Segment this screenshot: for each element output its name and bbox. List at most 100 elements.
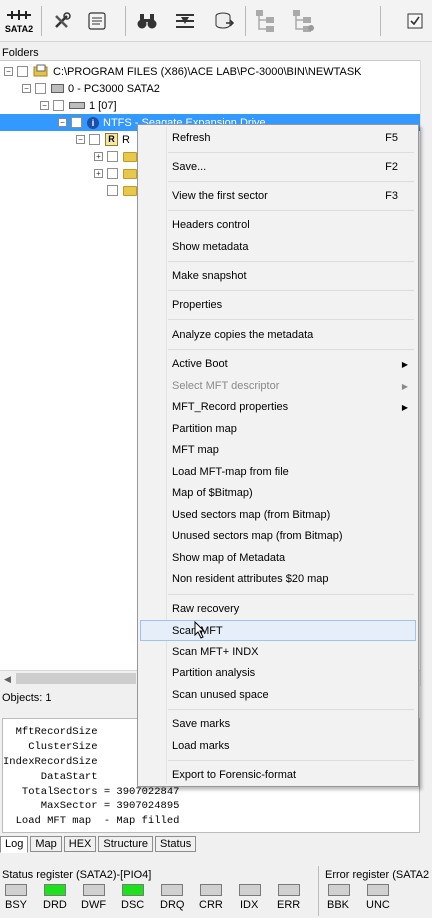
menu-item-show-metadata[interactable]: Show metadata — [140, 237, 416, 258]
tree-icon-2 — [293, 10, 314, 32]
sata2-label: SATA2 — [4, 24, 34, 34]
menu-item-load-marks[interactable]: Load marks — [140, 736, 416, 757]
expand-icon[interactable]: + — [94, 169, 103, 178]
mouse-cursor-icon — [194, 621, 206, 639]
tools-button[interactable] — [50, 4, 74, 38]
menu-item-load-mft-map[interactable]: Load MFT-map from file — [140, 462, 416, 483]
led-label: IDX — [240, 899, 259, 911]
collapse-icon[interactable]: − — [76, 135, 85, 144]
node-checkbox[interactable] — [89, 134, 100, 145]
filter-button[interactable] — [172, 4, 198, 38]
menu-item-view-first-sector[interactable]: View the first sector F3 — [140, 186, 416, 207]
node-checkbox[interactable] — [107, 151, 118, 162]
menu-item-active-boot[interactable]: Active Boot ▶ — [140, 354, 416, 375]
menu-item-save-marks[interactable]: Save marks — [140, 714, 416, 735]
search-button[interactable] — [134, 4, 160, 38]
tree-node-label: R — [122, 133, 130, 146]
node-checkbox[interactable] — [35, 83, 46, 94]
partition-icon — [69, 102, 85, 109]
filter-icon — [176, 14, 194, 28]
collapse-icon[interactable]: − — [58, 118, 67, 127]
expand-icon[interactable]: + — [94, 152, 103, 161]
toolbar-separator — [125, 6, 126, 36]
folder-icon — [123, 151, 137, 162]
menu-separator — [168, 594, 414, 595]
node-checkbox[interactable] — [107, 185, 118, 196]
scroll-thumb[interactable] — [16, 673, 136, 684]
led-bsy — [5, 884, 27, 896]
node-checkbox[interactable] — [107, 168, 118, 179]
menu-item-save[interactable]: Save... F2 — [140, 157, 416, 178]
sata2-icon — [7, 10, 31, 20]
menu-separator — [168, 210, 414, 211]
tab-map[interactable]: Map — [30, 836, 62, 852]
menu-item-partition-analysis[interactable]: Partition analysis — [140, 663, 416, 684]
led-label: BBK — [327, 899, 350, 911]
tab-status[interactable]: Status — [155, 836, 197, 852]
node-checkbox[interactable] — [71, 117, 82, 128]
menu-item-export-forensic[interactable]: Export to Forensic-format — [140, 765, 416, 786]
menu-item-scan-mft-indx[interactable]: Scan MFT+ INDX — [140, 642, 416, 663]
bottom-tabs: Log Map HEX Structure Status — [0, 836, 198, 853]
led-label: ERR — [277, 899, 301, 911]
collapse-icon[interactable]: − — [4, 67, 13, 76]
tab-structure[interactable]: Structure — [98, 836, 154, 852]
tree-node-pc3000[interactable]: − 0 - PC3000 SATA2 — [22, 80, 160, 97]
tree-button-1[interactable] — [252, 4, 278, 38]
menu-item-scan-mft[interactable]: Scan MFT — [140, 620, 416, 641]
node-checkbox[interactable] — [53, 100, 64, 111]
menu-item-analyze-copies[interactable]: Analyze copies the metadata — [140, 325, 416, 346]
tree-node-root[interactable]: − R R — [76, 131, 130, 148]
menu-item-mft-map[interactable]: MFT map — [140, 440, 416, 461]
led-label: CRR — [199, 899, 223, 911]
menu-item-non-resident-attributes[interactable]: Non resident attributes $20 map — [140, 569, 416, 590]
disk-export-button[interactable] — [211, 4, 237, 38]
menu-item-map-of-bitmap[interactable]: Map of $Bitmap) — [140, 483, 416, 504]
led-label: DSC — [121, 899, 145, 911]
tree-node-folder[interactable]: + — [94, 148, 141, 165]
tree-node-task-path[interactable]: − C:\PROGRAM FILES (X86)\ACE LAB\PC-3000… — [4, 63, 362, 80]
sata2-button[interactable]: SATA2 — [2, 4, 36, 38]
folders-title: Folders — [2, 47, 39, 59]
tab-log[interactable]: Log — [0, 836, 29, 853]
menu-item-make-snapshot[interactable]: Make snapshot — [140, 266, 416, 287]
node-checkbox[interactable] — [17, 66, 28, 77]
menu-item-used-sectors-map[interactable]: Used sectors map (from Bitmap) — [140, 505, 416, 526]
menu-item-headers-control[interactable]: Headers control — [140, 215, 416, 236]
folder-icon — [123, 168, 137, 179]
menu-item-properties[interactable]: Properties — [140, 295, 416, 316]
collapse-icon[interactable]: − — [40, 101, 49, 110]
led-crr — [200, 884, 222, 896]
menu-item-refresh[interactable]: Refresh F5 — [140, 128, 416, 149]
led-label: DRQ — [160, 899, 185, 911]
menu-item-partition-map[interactable]: Partition map — [140, 419, 416, 440]
tree-node-partition[interactable]: − 1 [07] — [40, 97, 117, 114]
register-divider — [318, 866, 319, 916]
menu-item-raw-recovery[interactable]: Raw recovery — [140, 599, 416, 620]
scroll-left-icon[interactable]: ◀ — [4, 674, 11, 685]
tree-icon-1 — [256, 10, 274, 32]
tab-hex[interactable]: HEX — [63, 836, 97, 852]
menu-item-mft-record-properties[interactable]: MFT_Record properties ▶ — [140, 397, 416, 418]
led-label: UNC — [366, 899, 390, 911]
tree-node-folder[interactable] — [107, 182, 141, 199]
led-idx — [239, 884, 261, 896]
menu-separator — [168, 181, 414, 182]
tree-node-folder[interactable]: + — [94, 165, 141, 182]
menu-item-unused-sectors-map[interactable]: Unused sectors map (from Bitmap) — [140, 526, 416, 547]
scroll-button[interactable] — [84, 4, 110, 38]
binoculars-icon — [137, 14, 157, 29]
tree-button-2[interactable] — [290, 4, 316, 38]
vertical-scrollbar[interactable] — [420, 60, 432, 686]
root-icon: R — [105, 133, 118, 146]
tree-node-label: C:\PROGRAM FILES (X86)\ACE LAB\PC-3000\B… — [53, 65, 362, 78]
menu-separator — [168, 261, 414, 262]
menu-item-select-mft-descriptor[interactable]: Select MFT descriptor ▶ — [140, 376, 416, 397]
menu-item-scan-unused-space[interactable]: Scan unused space — [140, 685, 416, 706]
objects-count: Objects: 1 — [2, 692, 52, 704]
collapse-icon[interactable]: − — [22, 84, 31, 93]
menu-separator — [168, 709, 414, 710]
menu-item-show-map-of-metadata[interactable]: Show map of Metadata — [140, 548, 416, 569]
checklist-button[interactable] — [402, 4, 428, 38]
log-line: MaxSector = 3907024895 — [3, 800, 180, 812]
